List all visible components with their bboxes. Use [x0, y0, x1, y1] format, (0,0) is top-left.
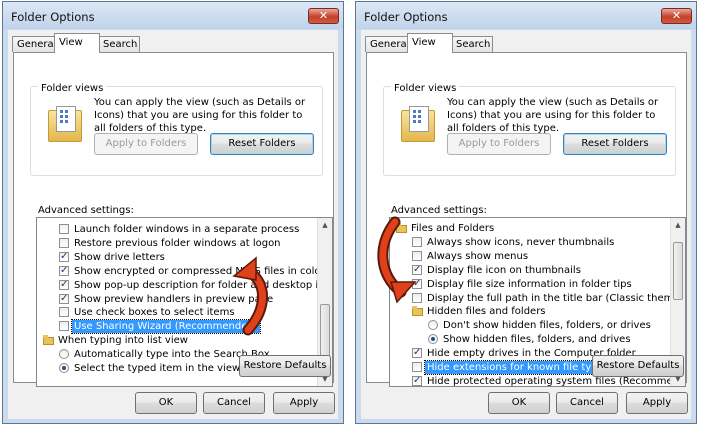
title-bar: Folder Options ✕ — [3, 2, 343, 29]
radio-button[interactable] — [59, 349, 69, 360]
folder-views-description: You can apply the view (such as Details … — [447, 97, 659, 134]
list-item-label: Show preview handlers in preview pane — [74, 293, 274, 305]
window-title: Folder Options — [11, 10, 95, 24]
list-item-label: Display the full path in the title bar (… — [427, 292, 686, 304]
list-item-label: Show encrypted or compressed NTFS files … — [74, 265, 325, 277]
cancel-button[interactable]: Cancel — [556, 392, 618, 414]
reset-folders-button[interactable]: Reset Folders — [563, 133, 667, 155]
advanced-settings-label: Advanced settings: — [38, 205, 134, 216]
checkbox[interactable] — [412, 346, 422, 359]
apply-to-folders-button[interactable]: Apply to Folders — [94, 133, 198, 155]
tab-search[interactable]: Search — [98, 36, 140, 52]
checkbox[interactable] — [59, 237, 69, 248]
reset-folders-button[interactable]: Reset Folders — [210, 133, 314, 155]
dialog-client-area: General View Search Folder views You can app… — [361, 30, 691, 419]
checkbox[interactable] — [59, 292, 69, 305]
restore-defaults-button[interactable]: Restore Defaults — [239, 355, 331, 377]
checkbox[interactable] — [412, 236, 422, 247]
restore-defaults-button[interactable]: Restore Defaults — [592, 355, 684, 377]
folder-views-label: Folder views — [391, 83, 460, 94]
folder-views-description: You can apply the view (such as Details … — [94, 97, 306, 134]
list-item-label: Select the typed item in the view — [74, 363, 241, 374]
scroll-thumb[interactable] — [673, 241, 683, 300]
radio-button[interactable] — [428, 334, 438, 345]
list-item-label: Restore previous folder windows at logon — [74, 237, 281, 249]
tab-general[interactable]: General — [12, 36, 57, 52]
list-item-label: Hidden files and folders — [427, 306, 546, 318]
list-item-label: Always show icons, never thumbnails — [427, 236, 615, 248]
folder-views-icon — [399, 106, 437, 142]
checkbox[interactable] — [59, 278, 69, 291]
scroll-thumb[interactable] — [320, 304, 330, 363]
close-icon: ✕ — [671, 9, 682, 22]
checkbox[interactable] — [59, 321, 69, 332]
checkbox[interactable] — [412, 362, 422, 372]
ok-button[interactable]: OK — [135, 392, 197, 414]
tab-view[interactable]: View — [54, 33, 100, 53]
radio-button[interactable] — [428, 320, 438, 331]
view-tab-panel: Folder views You can apply the view (such… — [13, 52, 334, 387]
view-tab-panel: Folder views You can apply the view (such… — [366, 52, 687, 387]
dialog-client-area: General View Search Folder views You can app… — [8, 30, 338, 419]
checkbox[interactable] — [412, 292, 422, 303]
list-item-label: Display file size information in folder … — [427, 278, 632, 290]
list-item-label: Launch folder windows in a separate proc… — [74, 224, 300, 235]
list-item-label: Always show menus — [427, 250, 529, 262]
close-icon: ✕ — [318, 9, 329, 22]
tab-view[interactable]: View — [407, 33, 453, 53]
folder-views-icon — [46, 106, 84, 142]
radio-button[interactable] — [59, 363, 69, 373]
folder-options-dialog-left: Folder Options ✕ General View Search Folder v… — [2, 1, 344, 424]
checkbox[interactable] — [59, 264, 69, 277]
list-item-label: When typing into list view — [58, 335, 188, 347]
apply-button[interactable]: Apply — [626, 392, 688, 414]
checkbox[interactable] — [412, 263, 422, 276]
scroll-up-icon[interactable]: ▲ — [671, 218, 685, 232]
list-item-label: Use Sharing Wizard (Recommended) — [71, 319, 261, 335]
apply-button[interactable]: Apply — [273, 392, 335, 414]
ok-button[interactable]: OK — [488, 392, 550, 414]
tab-search[interactable]: Search — [451, 36, 493, 52]
list-item-label: Show pop-up description for folder and d… — [74, 279, 333, 291]
scroll-up-icon[interactable]: ▲ — [318, 218, 332, 232]
checkbox[interactable] — [59, 224, 69, 234]
close-button[interactable]: ✕ — [308, 8, 339, 24]
checkbox[interactable] — [59, 250, 69, 263]
checkbox[interactable] — [59, 307, 69, 318]
list-item-label: Use check boxes to select items — [74, 307, 235, 319]
checkbox[interactable] — [412, 277, 422, 290]
apply-to-folders-button[interactable]: Apply to Folders — [447, 133, 551, 155]
folder-icon — [396, 223, 407, 233]
title-bar: Folder Options ✕ — [356, 2, 696, 29]
folder-options-dialog-right: Folder Options ✕ General View Search Folder v… — [355, 1, 697, 424]
window-title: Folder Options — [364, 10, 448, 24]
tab-general[interactable]: General — [365, 36, 410, 52]
list-item-label: Show drive letters — [74, 251, 165, 263]
close-button[interactable]: ✕ — [661, 8, 692, 24]
list-item-label: Display file icon on thumbnails — [427, 264, 581, 276]
list-item-label: Files and Folders — [411, 223, 495, 234]
folder-icon — [43, 335, 54, 346]
cancel-button[interactable]: Cancel — [203, 392, 265, 414]
list-item-label: Hide extensions for known file types — [424, 360, 612, 375]
checkbox[interactable] — [412, 250, 422, 261]
list-item-label: Show hidden files, folders, and drives — [443, 334, 631, 346]
folder-icon — [412, 306, 423, 317]
folder-views-label: Folder views — [38, 83, 107, 94]
advanced-settings-label: Advanced settings: — [391, 205, 487, 216]
list-item-label: Don't show hidden files, folders, or dri… — [443, 320, 651, 332]
checkbox[interactable] — [412, 374, 422, 386]
